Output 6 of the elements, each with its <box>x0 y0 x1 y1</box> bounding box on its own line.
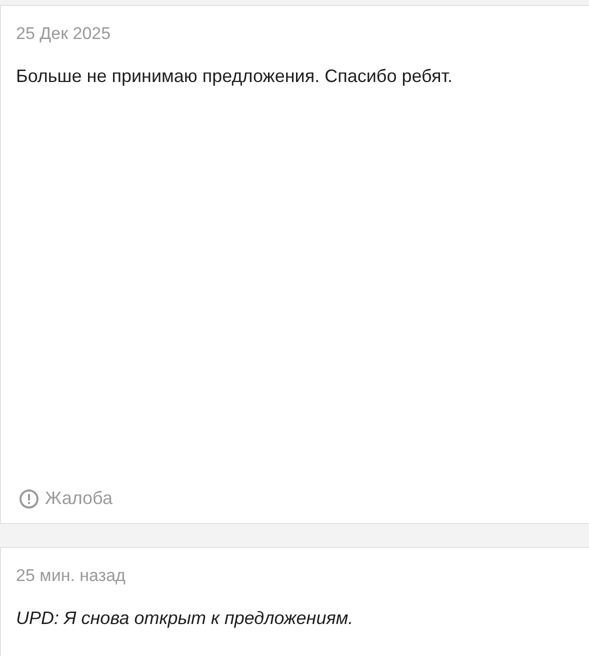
post-text: Больше не принимаю предложения. Спасибо ребят. <box>16 66 454 87</box>
post-text: UPD: Я снова открыт к предложениям. <box>16 608 354 629</box>
post-date: 25 Дек 2025 <box>16 24 112 44</box>
warning-icon <box>19 488 39 508</box>
post-date: 25 мин. назад <box>16 566 126 586</box>
report-link[interactable]: Жалоба <box>19 488 112 509</box>
